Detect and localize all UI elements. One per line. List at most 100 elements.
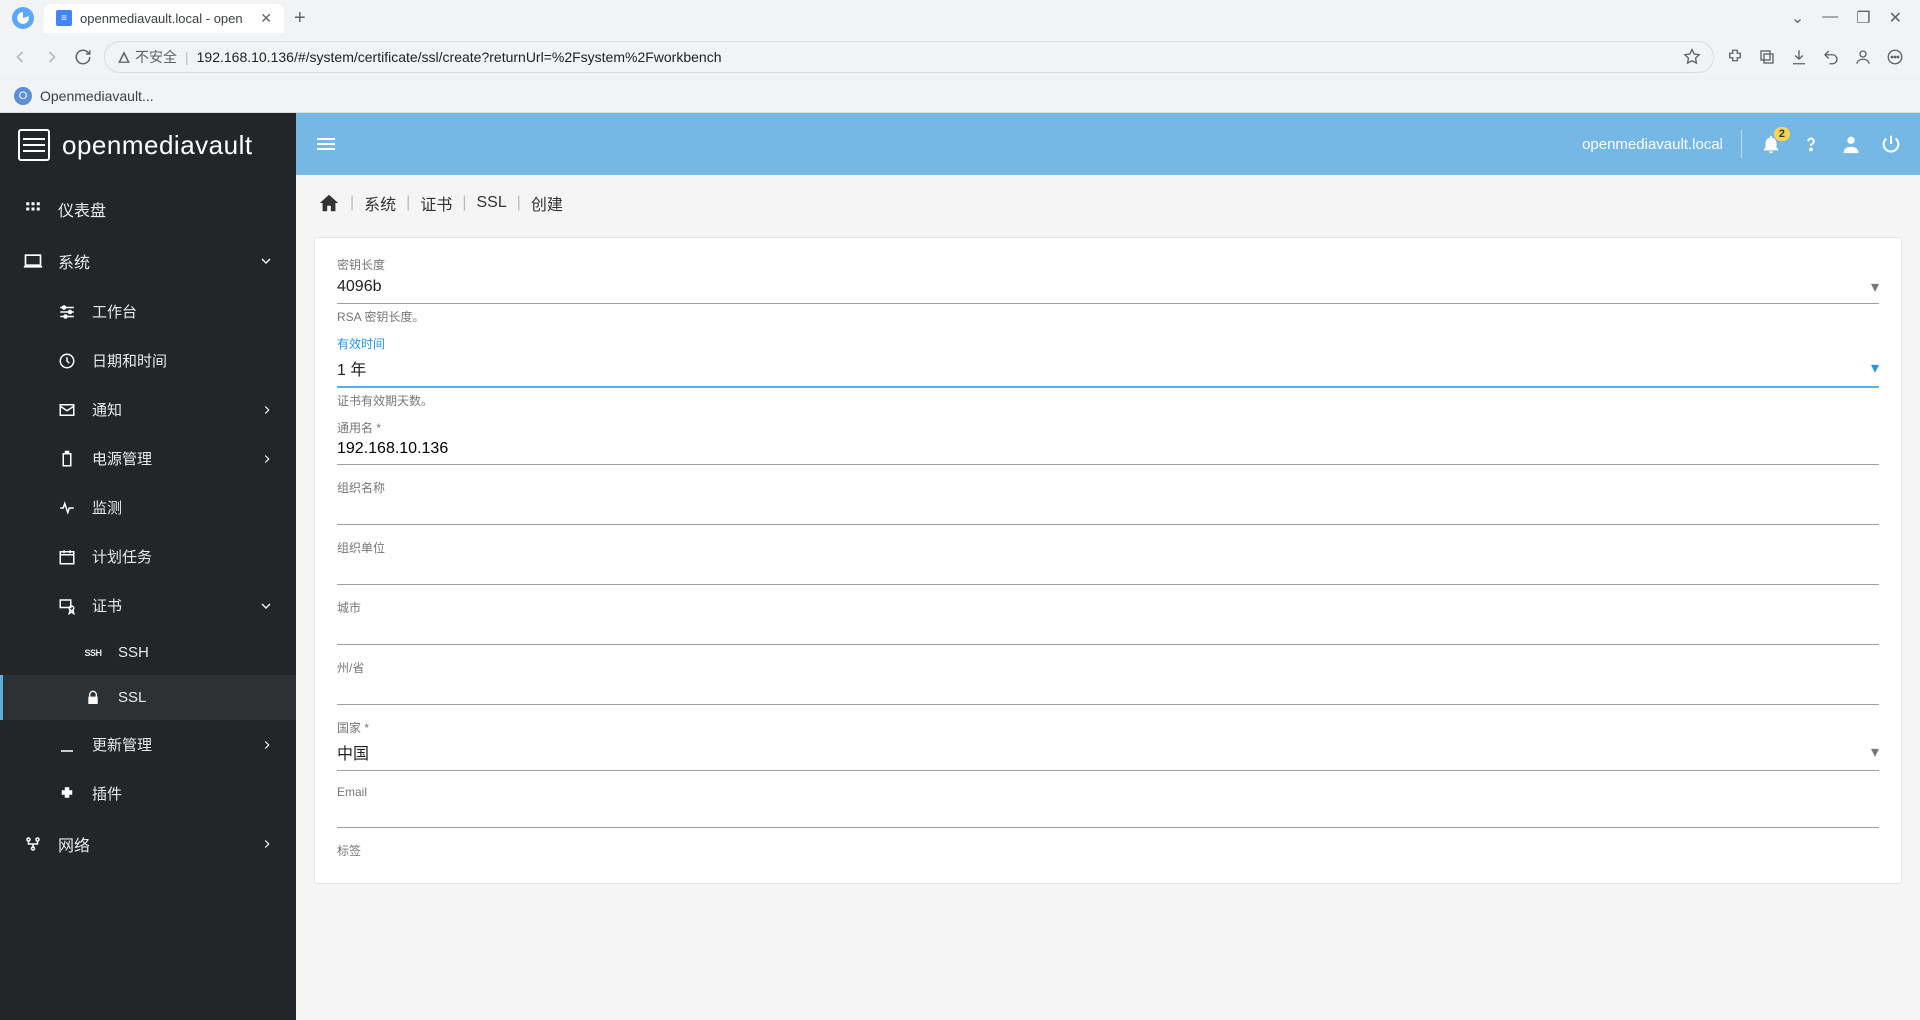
field-country[interactable]: 国家 * 中国▾ — [337, 719, 1879, 771]
sidebar: openmediavault 仪表盘 系统 工作台 日期和时间 通 — [0, 113, 296, 1020]
browser-toolbar: 不安全 | 192.168.10.136/#/system/certificat… — [0, 36, 1920, 78]
ssh-icon: SSH — [82, 648, 104, 658]
field-keylength[interactable]: 密钥长度 4096b▾ — [337, 256, 1879, 304]
window-minimize-icon[interactable]: — — [1822, 8, 1838, 28]
field-state[interactable]: 州/省 — [337, 659, 1879, 705]
notification-badge: 2 — [1774, 127, 1790, 141]
app-root: openmediavault 仪表盘 系统 工作台 日期和时间 通 — [0, 113, 1920, 1020]
dropdown-icon: ▾ — [1871, 277, 1879, 297]
valid-hint: 证书有效期天数。 — [337, 392, 1879, 409]
field-validity[interactable]: 有效时间 1 年▾ — [337, 335, 1879, 388]
help-icon[interactable] — [1800, 133, 1822, 155]
more-icon[interactable] — [1886, 48, 1904, 66]
email-input[interactable] — [337, 803, 1879, 821]
chevron-right-icon — [260, 837, 274, 851]
url-text: 192.168.10.136/#/system/certificate/ssl/… — [197, 49, 722, 65]
window-close-icon[interactable]: ✕ — [1889, 8, 1902, 28]
crumb-cert[interactable]: 证书 — [420, 191, 452, 215]
browser-chrome: ≡ openmediavault.local - open ✕ + ⌄ — ❐ … — [0, 0, 1920, 113]
window-menu-icon[interactable]: ⌄ — [1791, 8, 1804, 28]
window-maximize-icon[interactable]: ❐ — [1856, 8, 1870, 28]
chevron-right-icon — [260, 452, 274, 466]
field-city[interactable]: 城市 — [337, 599, 1879, 645]
lock-icon — [82, 690, 104, 706]
insecure-warning: 不安全 — [117, 47, 177, 67]
bookmark-bar: O Openmediavault... — [0, 78, 1920, 112]
nav-workbench[interactable]: 工作台 — [0, 287, 296, 336]
nav-ssl[interactable]: SSL — [0, 675, 296, 720]
address-bar[interactable]: 不安全 | 192.168.10.136/#/system/certificat… — [104, 41, 1714, 73]
copy-icon[interactable] — [1758, 48, 1776, 66]
browser-logo-icon — [12, 7, 34, 29]
ou-input[interactable] — [337, 560, 1879, 578]
nav-update[interactable]: 更新管理 — [0, 720, 296, 769]
toolbar-right — [1726, 48, 1910, 66]
nav-plugins[interactable]: 插件 — [0, 769, 296, 818]
tab-strip: ≡ openmediavault.local - open ✕ + ⌄ — ❐ … — [0, 0, 1920, 36]
browser-tab[interactable]: ≡ openmediavault.local - open ✕ — [44, 4, 284, 33]
extensions-icon[interactable] — [1726, 48, 1744, 66]
nav-datetime[interactable]: 日期和时间 — [0, 336, 296, 385]
menu-toggle-icon[interactable] — [314, 132, 338, 156]
tune-icon — [56, 303, 78, 321]
nav-system[interactable]: 系统 — [0, 235, 296, 287]
heartbeat-icon — [56, 499, 78, 517]
field-tag[interactable]: 标签 — [337, 842, 1879, 861]
field-ou[interactable]: 组织单位 — [337, 539, 1879, 585]
profile-icon[interactable] — [1854, 48, 1872, 66]
download-icon[interactable] — [1790, 48, 1808, 66]
bookmark-favicon-icon: O — [14, 87, 32, 105]
calendar-icon — [56, 548, 78, 566]
field-org[interactable]: 组织名称 — [337, 479, 1879, 525]
nav-network[interactable]: 网络 — [0, 818, 296, 870]
logo-icon — [18, 129, 50, 161]
tab-title: openmediavault.local - open — [80, 11, 243, 26]
bookmark-star-icon[interactable] — [1683, 48, 1701, 66]
insecure-label: 不安全 — [135, 47, 177, 67]
state-input[interactable] — [337, 680, 1879, 698]
dropdown-icon: ▾ — [1871, 358, 1879, 378]
crumb-ssl[interactable]: SSL — [477, 194, 507, 212]
divider — [1741, 130, 1742, 158]
nav-reload-icon[interactable] — [74, 48, 92, 66]
chevron-down-icon — [258, 598, 274, 614]
field-email[interactable]: Email — [337, 785, 1879, 828]
plugin-icon — [56, 785, 78, 803]
tab-favicon-icon: ≡ — [56, 10, 72, 26]
field-common-name[interactable]: 通用名 * — [337, 419, 1879, 465]
notifications-button[interactable]: 2 — [1760, 133, 1782, 155]
bookmark-item[interactable]: Openmediavault... — [40, 88, 154, 104]
keylen-hint: RSA 密钥长度。 — [337, 308, 1879, 325]
nav-notification[interactable]: 通知 — [0, 385, 296, 434]
nav-schedule[interactable]: 计划任务 — [0, 532, 296, 581]
hostname-label: openmediavault.local — [1582, 136, 1723, 153]
home-icon[interactable] — [318, 192, 340, 214]
laptop-icon — [22, 251, 44, 271]
topbar: openmediavault.local 2 — [296, 113, 1920, 175]
breadcrumb: | 系统 | 证书 | SSL | 创建 — [296, 175, 1920, 231]
download-icon — [56, 736, 78, 754]
nav-forward-icon[interactable] — [42, 47, 62, 67]
logo-text: openmediavault — [62, 130, 253, 161]
crumb-create[interactable]: 创建 — [531, 191, 563, 215]
org-input[interactable] — [337, 500, 1879, 518]
crumb-system[interactable]: 系统 — [364, 191, 396, 215]
city-input[interactable] — [337, 620, 1879, 638]
dropdown-icon: ▾ — [1871, 742, 1879, 762]
power-icon[interactable] — [1880, 133, 1902, 155]
nav-monitor[interactable]: 监测 — [0, 483, 296, 532]
new-tab-button[interactable]: + — [294, 7, 306, 30]
chevron-down-icon — [258, 253, 274, 269]
app-logo[interactable]: openmediavault — [0, 113, 296, 177]
window-controls: ⌄ — ❐ ✕ — [1791, 8, 1914, 28]
main-panel: openmediavault.local 2 | 系统 | 证书 | SSL |… — [296, 113, 1920, 1020]
cn-input[interactable] — [337, 440, 1879, 458]
nav-ssh[interactable]: SSH SSH — [0, 630, 296, 675]
undo-icon[interactable] — [1822, 48, 1840, 66]
tab-close-icon[interactable]: ✕ — [260, 10, 272, 27]
nav-power[interactable]: 电源管理 — [0, 434, 296, 483]
user-icon[interactable] — [1840, 133, 1862, 155]
nav-back-icon[interactable] — [10, 47, 30, 67]
nav-cert[interactable]: 证书 — [0, 581, 296, 630]
nav-dashboard[interactable]: 仪表盘 — [0, 183, 296, 235]
